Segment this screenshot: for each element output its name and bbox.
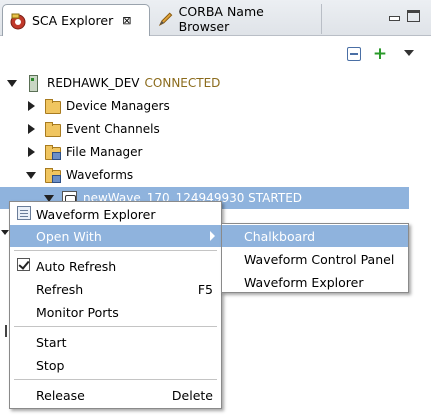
tree-item-device-managers[interactable]: Device Managers (26, 94, 170, 117)
view-menu-icon[interactable] (402, 46, 418, 62)
add-icon[interactable]: + (372, 46, 388, 63)
menu-item-label: Start (36, 334, 67, 350)
menu-item-refresh[interactable]: Refresh F5 (10, 278, 221, 300)
expand-arrow-icon[interactable] (26, 123, 36, 134)
domain-name: REDHAWK_DEV (47, 75, 140, 90)
tab-sca-explorer[interactable]: SCA Explorer ⊠ (2, 4, 150, 36)
corba-icon (158, 12, 173, 26)
view-tab-strip: SCA Explorer ⊠ CORBA Name Browser (0, 0, 431, 36)
expand-arrow-icon[interactable] (1, 228, 9, 236)
menu-item-label: Release (36, 387, 85, 403)
context-menu: Waveform Explorer Open With Auto Refresh… (9, 201, 222, 409)
menu-item-label: Stop (36, 357, 65, 373)
menu-accelerator: Delete (171, 387, 213, 403)
tree-line (5, 325, 7, 337)
sca-explorer-icon (10, 13, 26, 29)
menu-item-auto-refresh[interactable]: Auto Refresh (10, 255, 221, 277)
submenu-arrow-icon (210, 231, 215, 241)
folder-icon (44, 98, 61, 114)
maximize-icon[interactable] (407, 10, 420, 22)
connection-status: CONNECTED (144, 75, 221, 90)
tree-item-domain[interactable]: REDHAWK_DEV CONNECTED (7, 71, 220, 94)
menu-accelerator: F5 (197, 281, 213, 297)
expand-arrow-icon[interactable] (26, 100, 36, 111)
expand-arrow-icon[interactable] (26, 170, 36, 180)
menu-separator (14, 379, 217, 380)
tree-item-label: Waveforms (66, 167, 134, 182)
menu-separator (14, 250, 217, 251)
menu-separator (14, 326, 217, 327)
menu-item-open-with[interactable]: Open With (10, 225, 221, 247)
submenu-item-chalkboard[interactable]: Chalkboard (222, 225, 408, 247)
tree-item-label: Event Channels (66, 121, 160, 136)
tab-label: CORBA Name Browser (178, 4, 264, 34)
tab-label: SCA Explorer (32, 13, 114, 28)
open-with-submenu: Chalkboard Waveform Control Panel Wavefo… (221, 223, 409, 293)
minimize-icon[interactable] (388, 10, 401, 22)
menu-item-label: Waveform Explorer (36, 206, 156, 222)
tree-item-label: File Manager (66, 144, 143, 159)
menu-item-label: Open With (36, 228, 102, 244)
submenu-item-waveform-control-panel[interactable]: Waveform Control Panel (222, 248, 408, 270)
expand-arrow-icon[interactable] (7, 78, 17, 88)
menu-item-release[interactable]: Release Delete (10, 384, 221, 406)
menu-item-label: Monitor Ports (36, 304, 119, 320)
waveform-explorer-icon (17, 206, 31, 220)
menu-item-label: Refresh (36, 281, 84, 297)
submenu-item-waveform-explorer[interactable]: Waveform Explorer (222, 271, 408, 293)
domain-icon (25, 74, 41, 92)
checkbox-checked-icon[interactable] (17, 258, 30, 271)
menu-item-stop[interactable]: Stop (10, 354, 221, 376)
file-manager-icon (44, 144, 61, 160)
menu-item-waveform-explorer[interactable]: Waveform Explorer (10, 203, 221, 225)
menu-item-label: Waveform Control Panel (244, 251, 395, 267)
waveforms-folder-icon (44, 167, 61, 183)
tab-corba-name-browser[interactable]: CORBA Name Browser (152, 4, 322, 34)
folder-icon (44, 121, 61, 137)
menu-item-label: Auto Refresh (36, 258, 117, 274)
tree-item-waveforms[interactable]: Waveforms (26, 163, 133, 186)
tree-item-label: Device Managers (66, 98, 170, 113)
menu-item-label: Chalkboard (244, 228, 316, 244)
close-tab-icon[interactable]: ⊠ (122, 14, 131, 27)
tree-item-file-manager[interactable]: File Manager (26, 140, 143, 163)
menu-item-label: Waveform Explorer (244, 274, 364, 290)
expand-arrow-icon[interactable] (26, 146, 36, 157)
tree-item-event-channels[interactable]: Event Channels (26, 117, 160, 140)
menu-item-monitor-ports[interactable]: Monitor Ports (10, 301, 221, 323)
collapse-all-icon[interactable] (346, 46, 362, 62)
view-toolbar: + (0, 44, 431, 66)
menu-item-start[interactable]: Start (10, 331, 221, 353)
